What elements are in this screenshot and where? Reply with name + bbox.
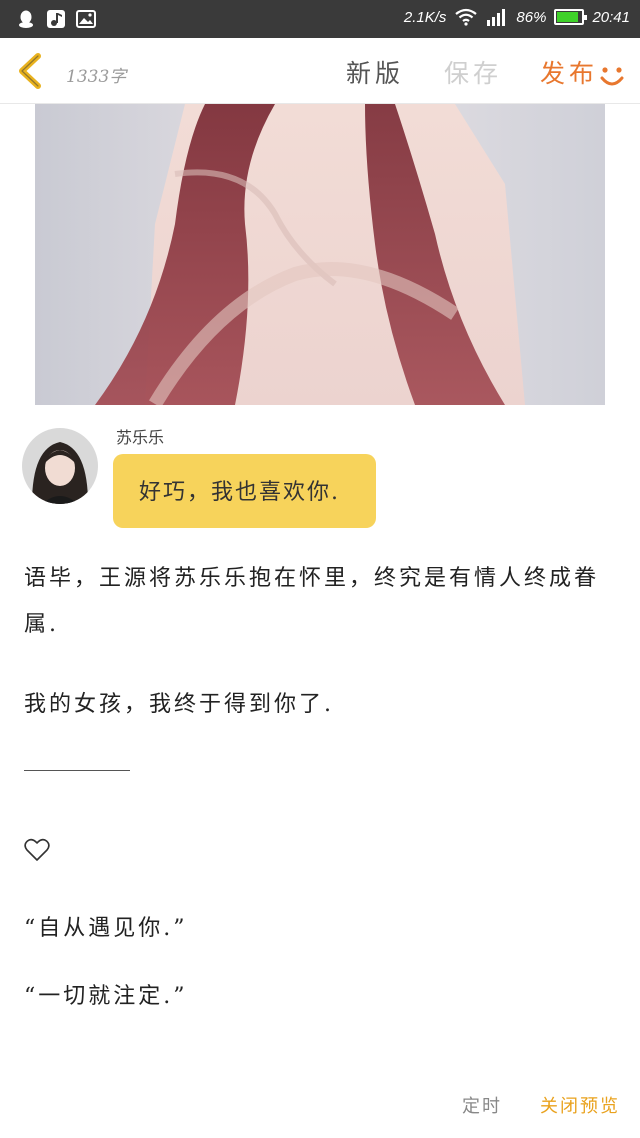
story-quote-1: “自从遇见你.” [24, 916, 188, 941]
schedule-button[interactable]: 定时 [462, 1092, 502, 1118]
story-cover-image [35, 104, 605, 405]
status-left-icons [16, 9, 96, 29]
status-bar: 2.1K/s 86% 20:41 [0, 0, 640, 38]
signal-icon [487, 9, 506, 26]
word-count: 1333字 [66, 67, 127, 87]
music-note-icon [47, 10, 65, 28]
network-speed: 2.1K/s [403, 8, 447, 26]
smile-icon[interactable] [598, 64, 626, 90]
new-version-button[interactable]: 新版 [346, 54, 404, 90]
save-button[interactable]: 保存 [444, 54, 502, 90]
chat-bubble: 好巧，我也喜欢你. [113, 454, 376, 528]
clock: 20:41 [592, 8, 630, 26]
story-quote-2: “一切就注定.” [24, 984, 188, 1009]
avatar-image [22, 428, 98, 504]
qq-icon [19, 10, 33, 28]
wifi-icon [455, 8, 478, 26]
back-arrow-icon[interactable] [10, 50, 50, 92]
chat-message: 好巧，我也喜欢你. [139, 480, 340, 505]
heart-icon [24, 838, 50, 861]
avatar[interactable] [22, 428, 98, 504]
battery-level [557, 12, 579, 22]
status-right: 2.1K/s 86% 20:41 [404, 8, 630, 26]
battery-percent: 86% [516, 8, 547, 26]
battery-icon [554, 9, 588, 25]
editor-toolbar: 1333字 新版 保存 发布 [0, 38, 640, 104]
story-paragraph-1: 语毕，王源将苏乐乐抱在怀里，终究是有情人终成眷属. [24, 566, 600, 637]
divider-line [24, 770, 130, 771]
chat-sender-name: 苏乐乐 [116, 428, 165, 447]
close-preview-button[interactable]: 关闭预览 [540, 1092, 620, 1118]
portrait-illustration [35, 104, 605, 405]
publish-button[interactable]: 发布 [540, 54, 598, 90]
image-icon [76, 10, 96, 28]
story-paragraph-2: 我的女孩，我终于得到你了. [24, 692, 334, 717]
